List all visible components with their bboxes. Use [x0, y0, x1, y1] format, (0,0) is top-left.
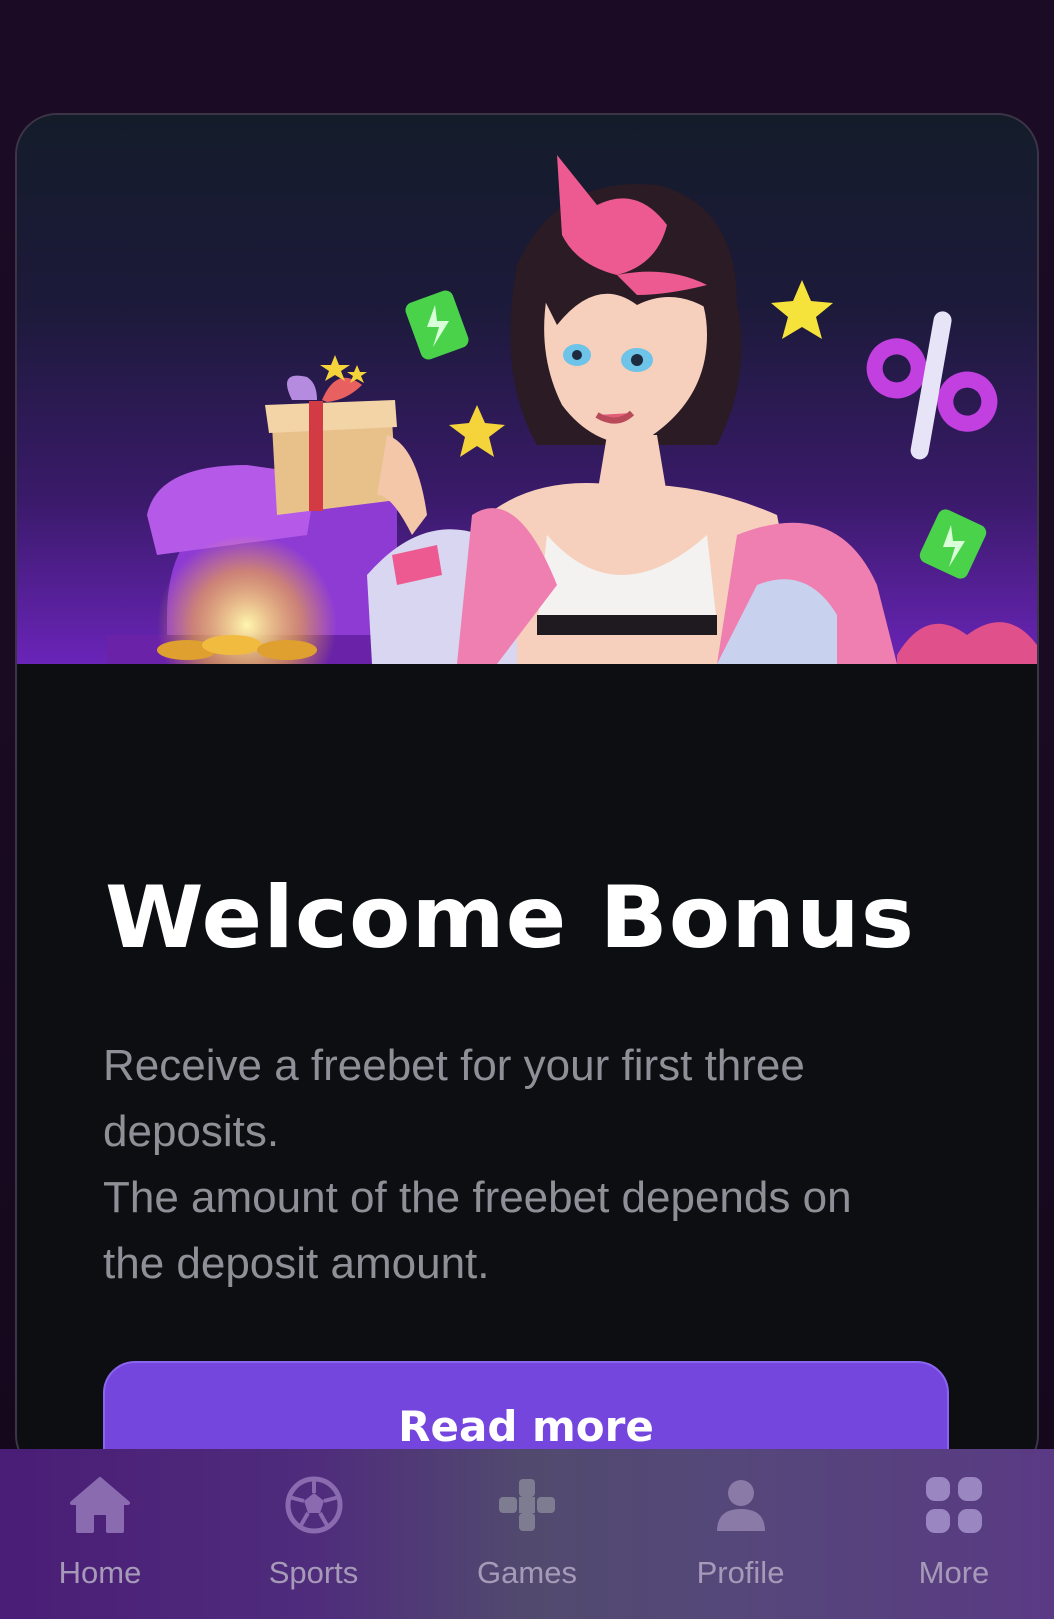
- nav-item-sports[interactable]: Sports: [214, 1449, 414, 1619]
- promo-card: Welcome Bonus Receive a freebet for your…: [15, 113, 1039, 1477]
- gamepad-icon: [499, 1479, 555, 1531]
- nav-item-profile[interactable]: Profile: [641, 1449, 841, 1619]
- nav-label-profile: Profile: [696, 1555, 785, 1590]
- nav-label-more: More: [918, 1555, 990, 1590]
- nav-item-more[interactable]: More: [854, 1449, 1054, 1619]
- percent-icon: [866, 311, 998, 460]
- nav-label-home: Home: [58, 1555, 142, 1590]
- nav-item-home[interactable]: Home: [0, 1449, 200, 1619]
- promo-description-line: the deposit amount.: [103, 1239, 490, 1288]
- soccer-ball-icon: [285, 1476, 342, 1534]
- promo-description: Receive a freebet for your first three d…: [103, 1033, 963, 1297]
- user-icon: [716, 1480, 765, 1531]
- gift-box-icon: [265, 355, 397, 515]
- promo-description-line: The amount of the freebet depends on: [103, 1173, 852, 1222]
- grid-icon: [926, 1477, 982, 1533]
- promo-description-line: Receive a freebet for your first three: [103, 1041, 805, 1090]
- promo-hero-image: [17, 115, 1037, 664]
- promo-title: Welcome Bonus: [105, 868, 915, 968]
- bottom-nav: Home Sports Games Profile More: [0, 1449, 1054, 1619]
- home-icon: [70, 1477, 130, 1533]
- nav-item-games[interactable]: Games: [427, 1449, 627, 1619]
- nav-label-games: Games: [477, 1555, 577, 1590]
- promo-description-line: deposits.: [103, 1107, 280, 1156]
- nav-label-sports: Sports: [268, 1555, 359, 1590]
